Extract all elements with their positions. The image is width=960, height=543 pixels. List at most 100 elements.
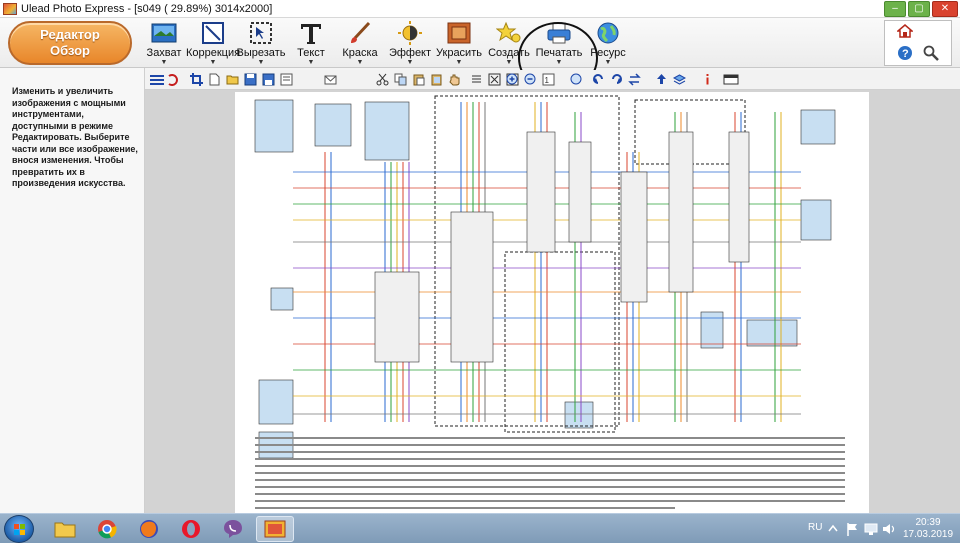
- chevron-down-icon: ▼: [555, 59, 563, 66]
- volume-icon[interactable]: [882, 522, 896, 536]
- taskbar-photo-express[interactable]: [256, 516, 294, 542]
- chevron-down-icon: ▼: [455, 59, 463, 66]
- mode-editor-label: Редактор: [40, 27, 100, 42]
- resource-icon: [594, 20, 622, 46]
- list-view-icon[interactable]: [470, 73, 483, 86]
- chevron-down-icon: ▼: [209, 59, 217, 66]
- fit-screen-icon[interactable]: [488, 73, 501, 86]
- clock-date: 17.03.2019: [902, 529, 954, 540]
- clock-time: 20:39: [915, 517, 941, 528]
- properties-icon[interactable]: [280, 73, 293, 86]
- start-button[interactable]: [4, 515, 34, 543]
- decorate-icon: [445, 20, 473, 46]
- email-icon[interactable]: [324, 73, 337, 86]
- info-panel-text: Изменить и увеличить изображения с мощны…: [12, 86, 138, 188]
- chevron-down-icon: ▼: [406, 59, 414, 66]
- tool-capture-label: Захват: [146, 47, 182, 59]
- undo-list-icon[interactable]: [149, 73, 179, 86]
- viber-icon: [224, 520, 242, 538]
- wiring-diagram-image[interactable]: [235, 92, 869, 513]
- mode-switch-button[interactable]: Редактор Обзор: [8, 21, 132, 65]
- minimize-button[interactable]: –: [884, 0, 906, 17]
- help-icon[interactable]: ?: [897, 45, 913, 61]
- main-toolbar: Редактор Обзор Захват ▼ Коррекция ▼ Выре…: [0, 18, 960, 94]
- wiring-diagram-graphic: [235, 92, 869, 513]
- tool-paint-label: Краска: [342, 47, 378, 59]
- photo-express-icon: [264, 520, 286, 538]
- system-clock[interactable]: 20:39 17.03.2019: [900, 517, 956, 541]
- scissors-icon[interactable]: [376, 73, 389, 86]
- zoom-out-icon[interactable]: [524, 73, 537, 86]
- firefox-icon: [140, 520, 158, 538]
- mode-browse-label: Обзор: [50, 43, 90, 58]
- panel-toggle-icon[interactable]: [723, 73, 739, 86]
- printer-icon: [545, 20, 573, 46]
- zoom-in-icon[interactable]: [506, 73, 519, 86]
- chevron-down-icon: ▼: [505, 59, 513, 66]
- new-file-icon[interactable]: [208, 73, 221, 86]
- tool-cut-label: Вырезать: [236, 47, 286, 59]
- taskbar: RU 20:39 17.03.2019: [0, 513, 960, 543]
- tool-resource[interactable]: Ресурс ▼: [577, 20, 639, 66]
- windows-logo-icon: [14, 524, 25, 535]
- close-button[interactable]: ✕: [932, 0, 958, 17]
- info-icon[interactable]: [701, 73, 714, 86]
- save-as-icon[interactable]: [262, 73, 275, 86]
- upload-icon[interactable]: [655, 73, 668, 86]
- app-logo-icon: [3, 2, 17, 15]
- open-folder-icon[interactable]: [226, 73, 239, 86]
- layers-icon[interactable]: [673, 73, 686, 86]
- paste-icon[interactable]: [412, 73, 425, 86]
- chrome-icon: [98, 520, 117, 539]
- hand-pan-icon[interactable]: [448, 73, 461, 86]
- window-title: Ulead Photo Express - [s049 ( 29.89%) 30…: [21, 2, 273, 15]
- chevron-down-icon: ▼: [604, 59, 612, 66]
- language-indicator[interactable]: RU: [808, 522, 822, 533]
- chevron-down-icon: ▼: [257, 59, 265, 66]
- tool-effect-label: Эффект: [388, 47, 432, 59]
- zoom-fit-icon[interactable]: [570, 73, 583, 86]
- image-canvas[interactable]: [145, 90, 960, 513]
- flip-icon[interactable]: [628, 73, 641, 86]
- svg-text:?: ?: [902, 48, 909, 60]
- correction-icon: [199, 20, 227, 46]
- network-icon[interactable]: [864, 522, 878, 536]
- home-icon[interactable]: [897, 24, 913, 38]
- tool-create-label: Создать: [488, 47, 530, 59]
- title-bar: Ulead Photo Express - [s049 ( 29.89%) 30…: [0, 0, 960, 18]
- tool-decorate-label: Украсить: [436, 47, 482, 59]
- taskbar-viber[interactable]: [214, 516, 252, 542]
- paste-new-icon[interactable]: [430, 73, 443, 86]
- actual-size-icon[interactable]: 1: [542, 73, 555, 86]
- effect-icon: [396, 20, 424, 46]
- cut-selection-icon: [247, 20, 275, 46]
- taskbar-chrome[interactable]: [88, 516, 126, 542]
- chevron-down-icon: ▼: [160, 59, 168, 66]
- paint-icon: [346, 20, 374, 46]
- tray-expand-icon[interactable]: [828, 523, 838, 535]
- opera-icon: [182, 520, 200, 538]
- magnifier-icon[interactable]: [923, 45, 939, 61]
- tool-print-label: Печатать: [535, 47, 583, 59]
- maximize-button[interactable]: ▢: [908, 0, 930, 17]
- folder-icon: [54, 522, 76, 538]
- tool-text-label: Текст: [297, 47, 325, 59]
- chevron-down-icon: ▼: [307, 59, 315, 66]
- edit-toolbar: 1: [145, 70, 960, 90]
- crop-icon[interactable]: [190, 73, 203, 86]
- tool-resource-label: Ресурс: [590, 47, 626, 59]
- info-panel: Изменить и увеличить изображения с мощны…: [0, 68, 145, 513]
- save-icon[interactable]: [244, 73, 257, 86]
- taskbar-explorer[interactable]: [46, 516, 84, 542]
- text-icon: [297, 20, 325, 46]
- flag-icon[interactable]: [846, 522, 858, 536]
- capture-icon: [150, 20, 178, 46]
- svg-text:1: 1: [545, 76, 550, 85]
- taskbar-opera[interactable]: [172, 516, 210, 542]
- copy-icon[interactable]: [394, 73, 407, 86]
- create-icon: [495, 20, 523, 46]
- rotate-left-icon[interactable]: [592, 73, 605, 86]
- quick-panel: ?: [884, 20, 952, 66]
- taskbar-firefox[interactable]: [130, 516, 168, 542]
- rotate-right-icon[interactable]: [610, 73, 623, 86]
